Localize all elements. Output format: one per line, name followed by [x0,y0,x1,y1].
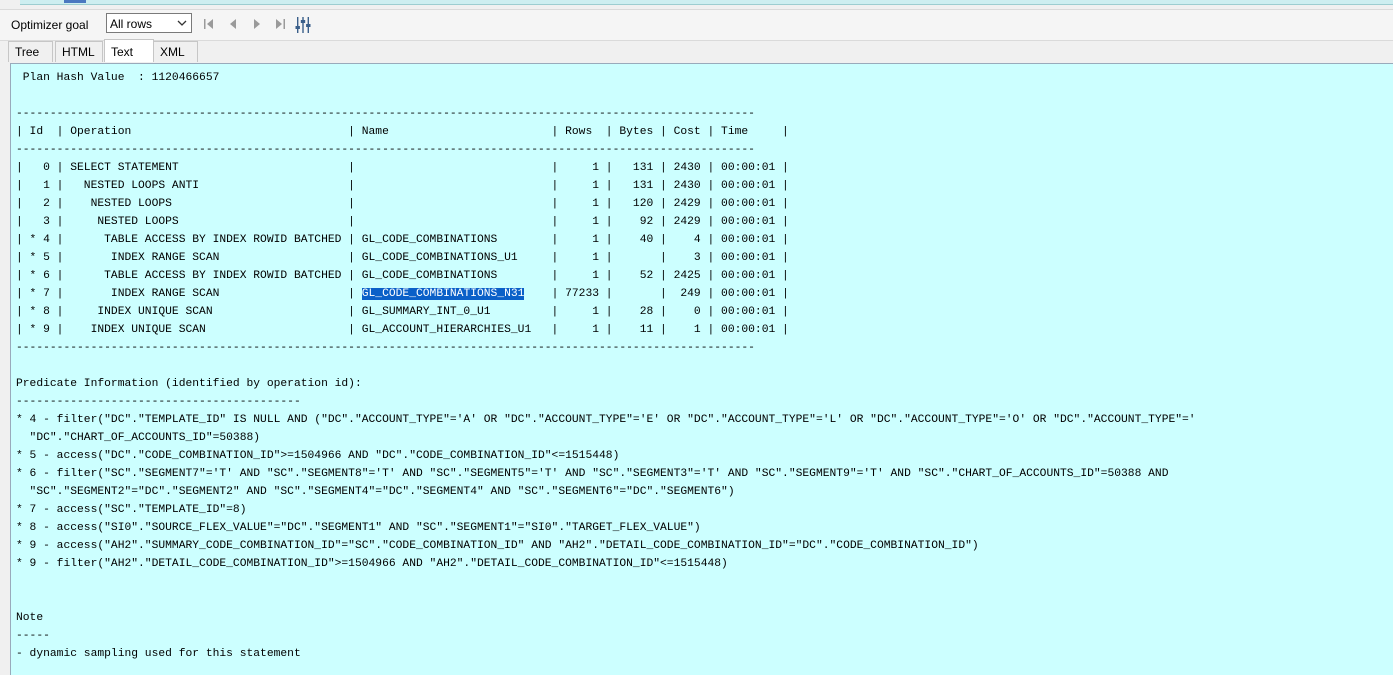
last-page-icon[interactable] [273,16,287,32]
first-page-icon[interactable] [202,16,216,32]
chevron-down-icon [176,17,188,29]
table-separator: ----------------------------------------… [16,108,755,120]
top-strip [0,0,1393,8]
predicate-line: "SC"."SEGMENT2"="DC"."SEGMENT2" AND "SC"… [16,486,735,498]
optimizer-goal-select[interactable]: All rows [106,13,192,33]
previous-icon[interactable] [226,16,240,32]
predicate-line: * 5 - access("DC"."CODE_COMBINATION_ID">… [16,450,620,462]
plan-row: | * 6 | TABLE ACCESS BY INDEX ROWID BATC… [16,270,789,282]
plan-row: | 0 | SELECT STATEMENT | | 1 | 131 | 243… [16,162,789,174]
plan-row-suffix: | 77233 | | 249 | 00:00:01 | [524,288,789,300]
table-separator: ----------------------------------------… [16,144,755,156]
tab-tree[interactable]: Tree [8,41,53,62]
plan-row: | * 7 | INDEX RANGE SCAN | GL_CODE_COMBI… [16,285,1196,303]
settings-sliders-icon[interactable] [294,16,312,33]
plan-row-prefix: | * 7 | INDEX RANGE SCAN | [16,288,362,300]
plan-row: | 1 | NESTED LOOPS ANTI | | 1 | 131 | 24… [16,180,789,192]
plan-text-pane[interactable]: Plan Hash Value : 1120466657 ------------… [10,63,1393,675]
optimizer-goal-value: All rows [110,17,153,31]
tab-xml[interactable]: XML [153,41,198,62]
note-separator: ----- [16,630,50,642]
plan-row: | * 8 | INDEX UNIQUE SCAN | GL_SUMMARY_I… [16,306,789,318]
previous-pane-edge [20,0,1393,5]
note-text: - dynamic sampling used for this stateme… [16,648,301,660]
predicate-line: * 4 - filter("DC"."TEMPLATE_ID" IS NULL … [16,414,1196,426]
predicate-line: * 6 - filter("SC"."SEGMENT7"='T' AND "SC… [16,468,1169,480]
table-header: | Id | Operation | Name | Rows | Bytes |… [16,126,789,138]
plan-row: | 2 | NESTED LOOPS | | 1 | 120 | 2429 | … [16,198,789,210]
plan-row: | * 5 | INDEX RANGE SCAN | GL_CODE_COMBI… [16,252,789,264]
next-icon[interactable] [250,16,264,32]
predicate-line: * 9 - filter("AH2"."DETAIL_CODE_COMBINAT… [16,558,728,570]
predicate-line: * 9 - access("AH2"."SUMMARY_CODE_COMBINA… [16,540,979,552]
plan-hash-line: Plan Hash Value : 1120466657 [16,72,220,84]
tab-text[interactable]: Text [104,39,154,62]
table-separator: ----------------------------------------… [16,342,755,354]
tab-html[interactable]: HTML [55,41,103,62]
predicate-title: Predicate Information (identified by ope… [16,378,362,390]
predicate-separator: ----------------------------------------… [16,396,301,408]
plan-row: | * 9 | INDEX UNIQUE SCAN | GL_ACCOUNT_H… [16,324,789,336]
optimizer-goal-label: Optimizer goal [11,18,89,32]
predicate-line: "DC"."CHART_OF_ACCOUNTS_ID"=50388) [16,432,261,444]
predicate-line: * 7 - access("SC"."TEMPLATE_ID"=8) [16,504,247,516]
predicate-line: * 8 - access("SI0"."SOURCE_FLEX_VALUE"="… [16,522,701,534]
note-title: Note [16,612,44,624]
plan-text: Plan Hash Value : 1120466657 ------------… [16,69,1196,663]
plan-row: | * 4 | TABLE ACCESS BY INDEX ROWID BATC… [16,234,789,246]
plan-row: | 3 | NESTED LOOPS | | 1 | 92 | 2429 | 0… [16,216,789,228]
toolbar: Optimizer goal All rows [0,9,1393,41]
selected-text[interactable]: GL_CODE_COMBINATIONS_N31 [361,288,525,300]
previous-pane-mark [64,0,86,3]
